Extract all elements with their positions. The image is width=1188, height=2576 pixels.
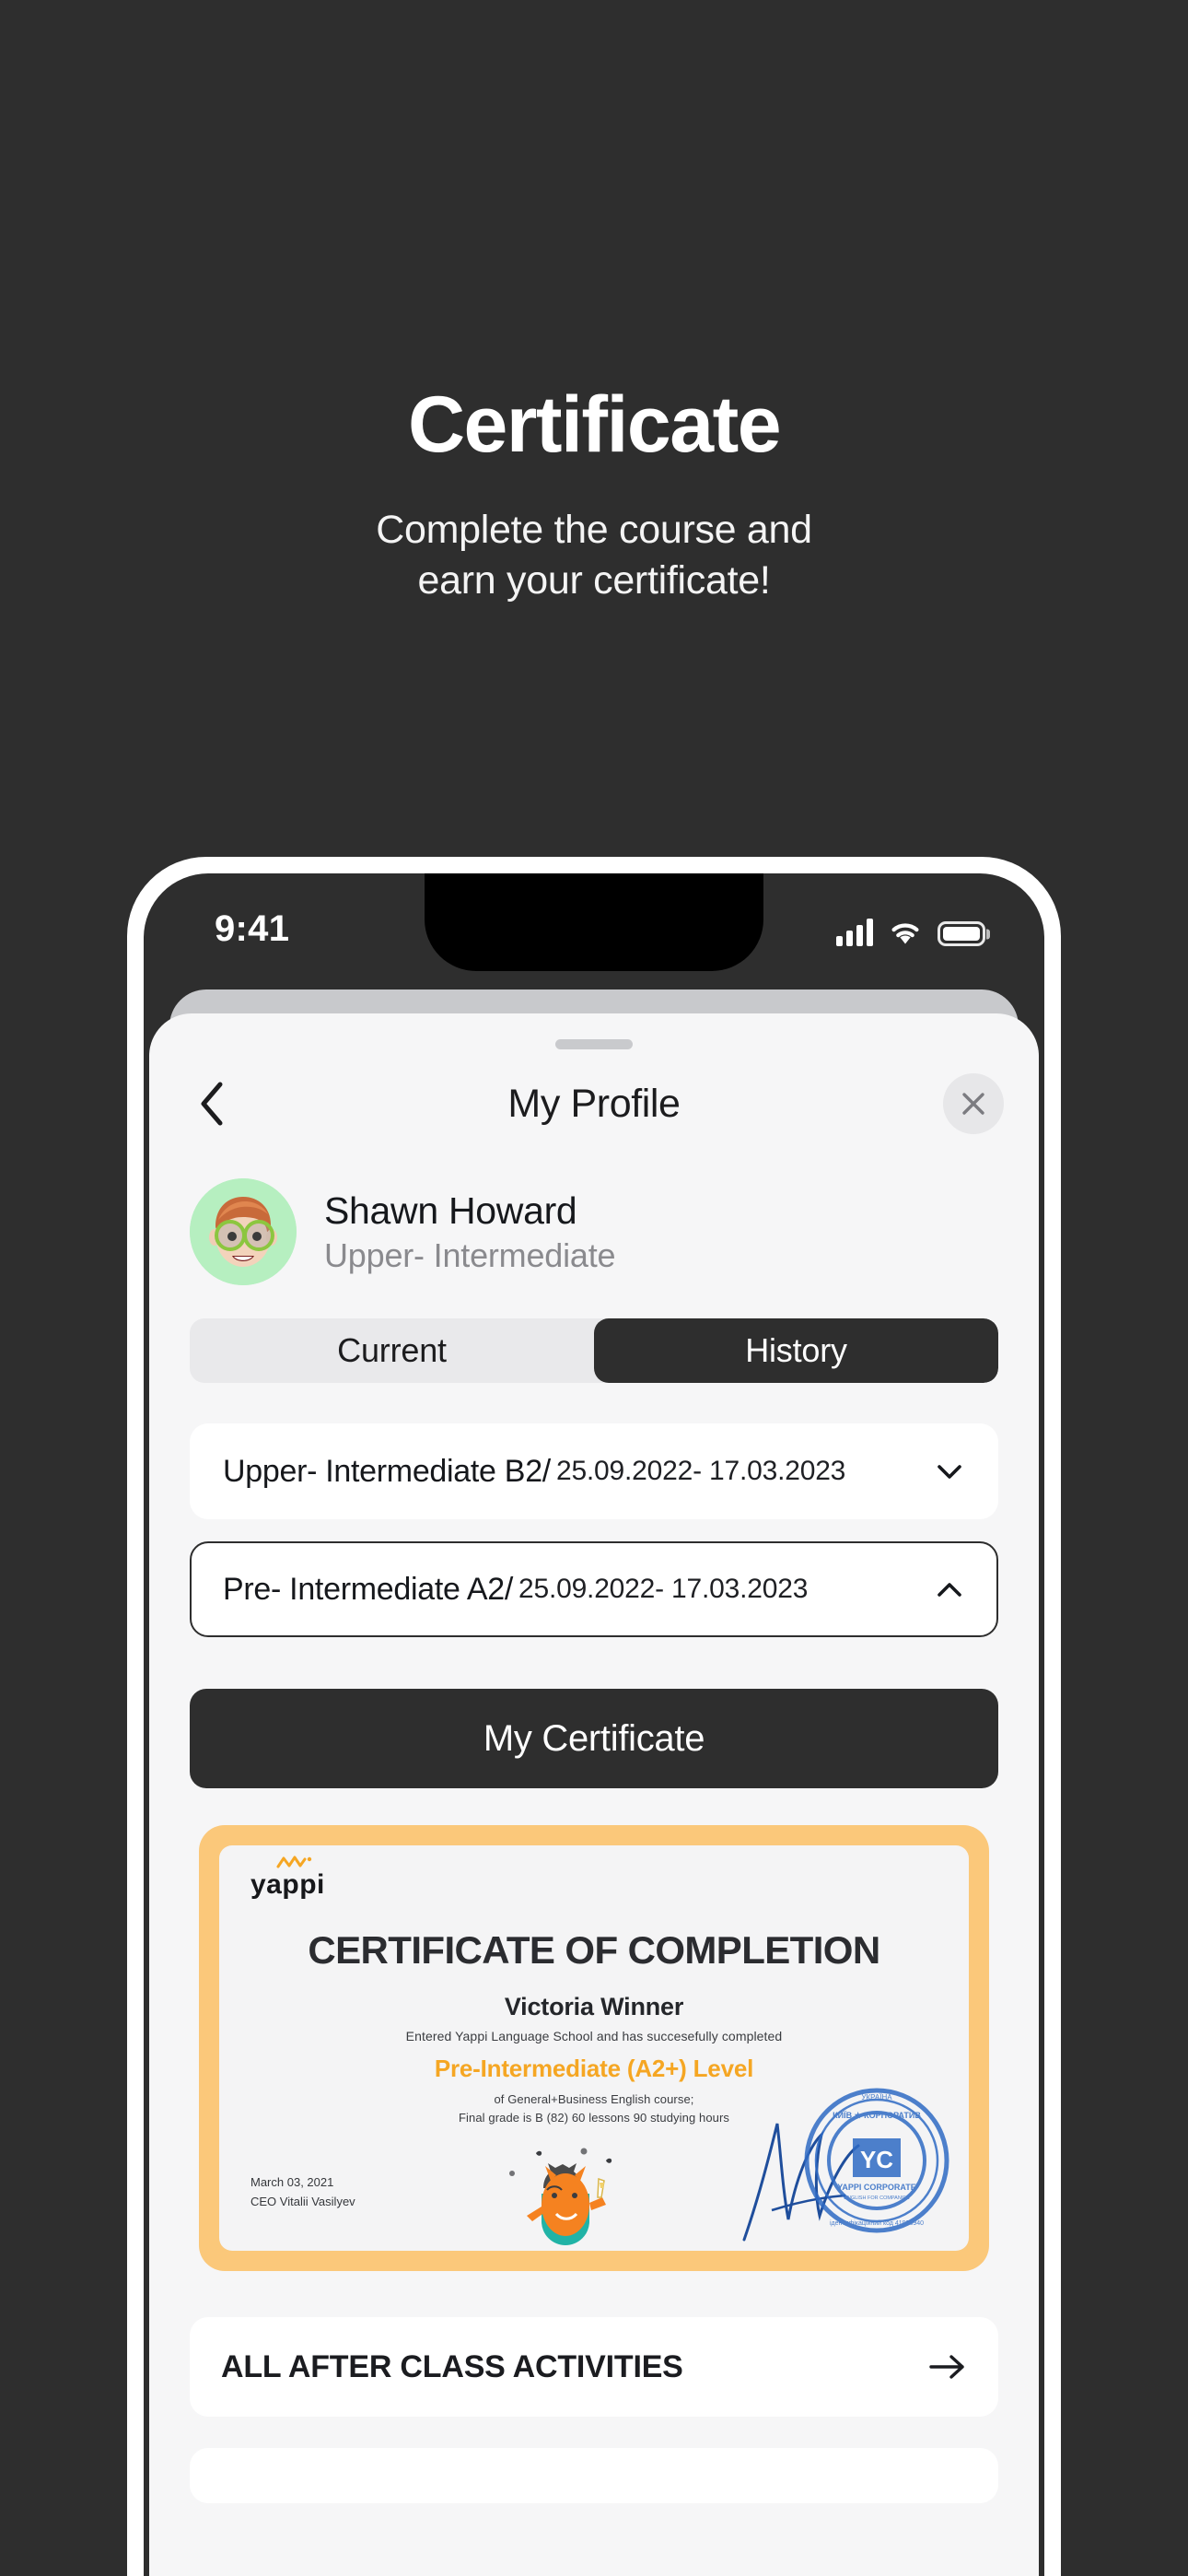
screenshot-root: Certificate Complete the course and earn… (0, 0, 1188, 2576)
chevron-down-icon[interactable] (934, 1456, 965, 1487)
promo-header: Certificate Complete the course and earn… (0, 0, 1188, 606)
tab-history[interactable]: History (594, 1318, 998, 1383)
svg-text:YC: YC (860, 2146, 893, 2173)
history-row-upper-intermediate[interactable]: Upper- Intermediate B2/ 25.09.2022- 17.0… (190, 1423, 998, 1519)
mascot-icon (509, 2148, 612, 2245)
promo-subtitle: Complete the course and earn your certif… (0, 505, 1188, 606)
profile-sheet: My Profile Shawn Howard Upper- Intermedi… (149, 1013, 1039, 2576)
profile-text: Shawn Howard Upper- Intermediate (324, 1188, 616, 1275)
status-time: 9:41 (215, 908, 290, 949)
certificate-level: Pre-Intermediate (A2+) Level (434, 2055, 754, 2082)
certificate-frame: yappi CERTIFICATE OF COMPLETION Victoria… (199, 1825, 989, 2271)
next-row-partial[interactable] (190, 2448, 998, 2503)
certificate-card[interactable]: yappi CERTIFICATE OF COMPLETION Victoria… (219, 1845, 969, 2251)
signature-and-seal: YC УКРАЇНА YAPPI CORPORATE ENGLISH FOR C… (742, 2088, 949, 2242)
brand-text: yappi (250, 1869, 325, 1900)
tab-current[interactable]: Current (190, 1318, 594, 1383)
page-title: Certificate (407, 381, 782, 469)
svg-text:ENGLISH FOR COMPANIES: ENGLISH FOR COMPANIES (844, 2195, 910, 2201)
certificate-statement: Entered Yappi Language School and has su… (405, 2029, 783, 2043)
svg-text:ідентифікаційний код 41976940: ідентифікаційний код 41976940 (830, 2219, 924, 2227)
svg-text:УКРАЇНА: УКРАЇНА (861, 2093, 892, 2102)
my-certificate-button[interactable]: My Certificate (190, 1689, 998, 1788)
segmented-control: Current History (190, 1318, 998, 1383)
promo-subtitle-line-2: earn your certificate! (417, 558, 771, 603)
svg-text:YAPPI CORPORATE: YAPPI CORPORATE (837, 2183, 916, 2192)
chevron-up-icon[interactable] (934, 1574, 965, 1605)
status-bar: 9:41 (144, 873, 1044, 984)
svg-text:КИЇВ ★ КОРПОРАТИВ: КИЇВ ★ КОРПОРАТИВ (833, 2111, 921, 2120)
certificate-brand: yappi (250, 1856, 938, 1901)
history-row-dates: 25.09.2022- 17.03.2023 (555, 1456, 846, 1486)
avatar[interactable] (190, 1178, 297, 1285)
certificate-date: March 03, 2021 (250, 2175, 334, 2190)
chevron-left-icon (201, 1082, 223, 1126)
corporate-seal-icon: YC УКРАЇНА YAPPI CORPORATE ENGLISH FOR C… (804, 2088, 949, 2233)
close-icon (962, 1093, 984, 1115)
history-row-dates: 25.09.2022- 17.03.2023 (518, 1574, 809, 1604)
back-button[interactable] (184, 1076, 239, 1131)
all-after-class-activities-row[interactable]: ALL AFTER CLASS ACTIVITIES (190, 2317, 998, 2417)
profile-level: Upper- Intermediate (324, 1235, 616, 1274)
certificate-recipient: Victoria Winner (504, 1993, 684, 2020)
navigation-bar: My Profile (149, 1049, 1039, 1158)
phone-screen: 9:41 My Profile Shawn Howard Upper- Inte… (144, 873, 1044, 2576)
list-row-label: ALL AFTER CLASS ACTIVITIES (221, 2348, 683, 2384)
certificate-title: CERTIFICATE OF COMPLETION (308, 1928, 880, 1972)
crown-icon (276, 1856, 312, 1868)
wifi-icon (891, 923, 919, 944)
nav-title: My Profile (507, 1081, 681, 1126)
profile-name: Shawn Howard (324, 1188, 577, 1232)
sheet-grabber[interactable] (555, 1039, 633, 1049)
history-row-pre-intermediate[interactable]: Pre- Intermediate A2/ 25.09.2022- 17.03.… (190, 1541, 998, 1637)
history-row-level: Pre- Intermediate A2/ (223, 1571, 513, 1607)
history-row-level: Upper- Intermediate B2/ (223, 1453, 551, 1489)
status-icons (836, 913, 985, 946)
promo-subtitle-line-1: Complete the course and (376, 508, 812, 552)
close-button[interactable] (943, 1073, 1004, 1134)
certificate-course-line-1: of General+Business English course; (494, 2092, 694, 2106)
certificate-course-line-2: Final grade is B (82) 60 lessons 90 stud… (458, 2110, 730, 2125)
signal-bars-icon (836, 919, 873, 946)
arrow-right-icon (929, 2355, 964, 2379)
notch (425, 873, 763, 971)
certificate-ceo: CEO Vitalii Vasilyev (250, 2195, 355, 2209)
phone-mockup: 9:41 My Profile Shawn Howard Upper- Inte… (127, 857, 1061, 2576)
battery-icon (938, 921, 985, 946)
certificate-footer: March 03, 2021 CEO Vitalii Vasilyev (250, 2173, 355, 2212)
profile-summary: Shawn Howard Upper- Intermediate (149, 1158, 1039, 1285)
memoji-icon (190, 1178, 297, 1285)
